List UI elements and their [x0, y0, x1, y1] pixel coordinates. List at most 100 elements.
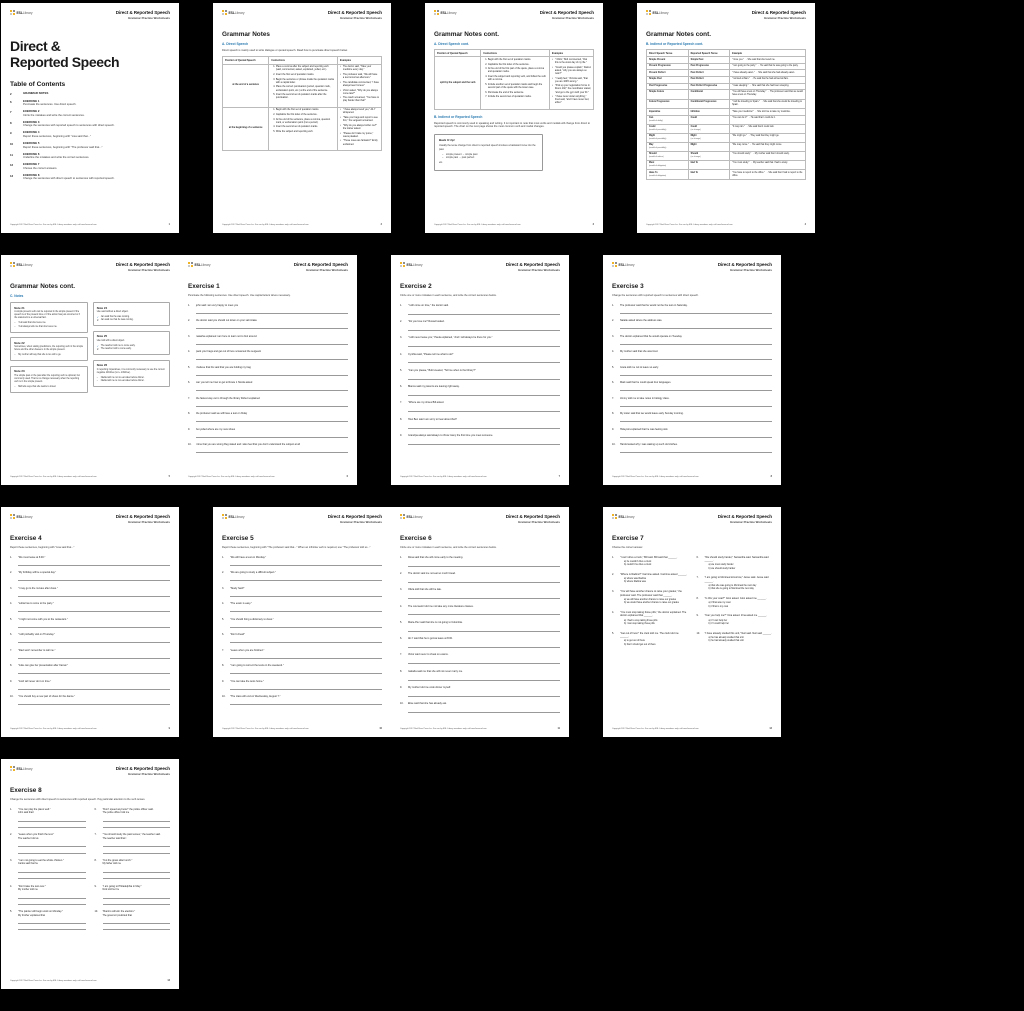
answer-line[interactable] [620, 338, 772, 345]
answer-line[interactable] [196, 354, 348, 361]
answer-line[interactable] [408, 624, 560, 632]
toc-row[interactable]: 2 GRAMMAR NOTES [10, 91, 170, 96]
answer-line[interactable] [408, 706, 560, 714]
page-thumbnail-11[interactable]: ESLLibrary Direct & Reported Speech Gramm… [391, 507, 569, 737]
answer-line[interactable] [18, 683, 170, 690]
page-thumbnail-9[interactable]: ESLLibrary Direct & Reported Speech Gramm… [1, 507, 179, 737]
toc-row[interactable]: 9 EXERCISE 4 Report these sentences, begin… [10, 131, 170, 139]
answer-line[interactable] [196, 431, 348, 438]
choice-b[interactable]: b) we should study harder [709, 568, 773, 571]
answer-line[interactable] [408, 405, 560, 413]
page-thumbnail-6[interactable]: ESLLibrary Direct & Reported Speech Gramm… [179, 255, 357, 485]
answer-line[interactable] [620, 431, 772, 438]
answer-line[interactable] [196, 323, 348, 330]
answer-line[interactable] [18, 652, 170, 659]
answer-line[interactable] [408, 356, 560, 364]
answer-line[interactable] [408, 592, 560, 600]
answer-line[interactable] [18, 575, 170, 582]
answer-line[interactable] [18, 924, 86, 931]
answer-line[interactable] [620, 307, 772, 314]
answer-line[interactable] [620, 369, 772, 376]
choice-b[interactable]: b) he had already studied that unit [709, 640, 773, 643]
answer-line[interactable] [230, 637, 382, 644]
page-thumbnail-8[interactable]: ESLLibrary Direct & Reported Speech Gramm… [603, 255, 781, 485]
page-thumbnail-12[interactable]: ESLLibrary Direct & Reported Speech Gramm… [603, 507, 781, 737]
answer-line[interactable] [102, 873, 170, 880]
answer-line[interactable] [230, 652, 382, 659]
choice-b[interactable]: b) I can stop taking those pills [624, 623, 688, 626]
answer-line[interactable] [620, 447, 772, 454]
answer-line[interactable] [196, 307, 348, 314]
answer-line[interactable] [408, 372, 560, 380]
answer-line[interactable] [196, 416, 348, 423]
page-thumbnail-10[interactable]: ESLLibrary Direct & Reported Speech Gramm… [213, 507, 391, 737]
answer-line[interactable] [230, 575, 382, 582]
answer-line[interactable] [408, 559, 560, 567]
answer-line[interactable] [408, 657, 560, 665]
answer-line[interactable] [408, 689, 560, 697]
answer-line[interactable] [196, 338, 348, 345]
toc-row[interactable]: 10 EXERCISE 5 Report these sentences, begi… [10, 141, 170, 149]
answer-line[interactable] [102, 924, 170, 931]
answer-line[interactable] [408, 340, 560, 348]
page-thumbnail-3[interactable]: ESLLibrary Direct & Reported Speech Gram… [425, 3, 603, 233]
answer-line[interactable] [18, 621, 170, 628]
answer-line[interactable] [102, 847, 170, 854]
answer-line[interactable] [196, 369, 348, 376]
toc-row[interactable]: 11 EXERCISE 6 Underline the mistakes and w… [10, 152, 170, 160]
answer-line[interactable] [230, 699, 382, 706]
toc-row[interactable]: 8 EXERCISE 3 Change the sentences with rep… [10, 120, 170, 128]
answer-line[interactable] [230, 621, 382, 628]
choice-b[interactable]: b) if I could help her [709, 623, 773, 626]
answer-line[interactable] [230, 590, 382, 597]
page-thumbnail-5[interactable]: ESLLibrary Direct & Reported Speech Gram… [1, 255, 179, 485]
answer-line[interactable] [102, 822, 170, 828]
answer-line[interactable] [408, 673, 560, 681]
page-thumbnail-2[interactable]: ESLLibrary Direct & Reported Speech Gram… [213, 3, 391, 233]
answer-line[interactable] [230, 559, 382, 566]
answer-line[interactable] [18, 606, 170, 613]
answer-line[interactable] [102, 899, 170, 905]
answer-line[interactable] [408, 421, 560, 429]
toc-row[interactable]: 12 EXERCISE 7 Choose the correct answers. [10, 162, 170, 170]
answer-line[interactable] [408, 437, 560, 445]
answer-line[interactable] [408, 307, 560, 315]
answer-line[interactable] [620, 416, 772, 423]
answer-line[interactable] [18, 559, 170, 566]
answer-line[interactable] [620, 400, 772, 407]
toc-row[interactable]: 13 EXERCISE 8 Change the sentences with di… [10, 173, 170, 181]
page-thumbnail-4[interactable]: ESLLibrary Direct & Reported Speech Gram… [637, 3, 815, 233]
answer-line[interactable] [408, 389, 560, 396]
answer-line[interactable] [196, 400, 348, 407]
answer-line[interactable] [230, 606, 382, 613]
page-thumbnail-1[interactable]: ESLLibrary Direct & Reported Speech Gram… [1, 3, 179, 233]
answer-line[interactable] [408, 608, 560, 616]
choice-b[interactable]: b) if that is my coat [709, 606, 773, 609]
answer-line[interactable] [18, 873, 86, 880]
answer-line[interactable] [408, 641, 560, 648]
page-thumbnail-13[interactable]: ESLLibrary Direct & Reported Speech Gramm… [1, 759, 179, 989]
page-thumbnail-7[interactable]: ESLLibrary Direct & Reported Speech Gramm… [391, 255, 569, 485]
choice-b[interactable]: b) we would have another chance to raise… [624, 602, 688, 605]
answer-line[interactable] [620, 323, 772, 330]
choice-b[interactable]: b) that I should get out of there [624, 644, 688, 647]
answer-line[interactable] [18, 668, 170, 675]
choice-b[interactable]: b) where Radina was [624, 581, 688, 584]
answer-line[interactable] [620, 354, 772, 361]
answer-line[interactable] [408, 575, 560, 583]
answer-line[interactable] [230, 668, 382, 675]
choice-b[interactable]: b) that she is going to Montreal the nex… [709, 588, 773, 591]
answer-line[interactable] [196, 385, 348, 392]
answer-line[interactable] [18, 847, 86, 854]
choice-b[interactable]: b) couldn't he drive a truck [624, 564, 688, 567]
answer-line[interactable] [196, 447, 348, 454]
toc-row[interactable]: 6 EXERCISE 1 Punctuate the sentences. Use … [10, 99, 170, 107]
answer-line[interactable] [18, 637, 170, 644]
toc-row[interactable]: 7 EXERCISE 2 Circle the mistakes and write… [10, 109, 170, 117]
answer-line[interactable] [230, 683, 382, 690]
answer-line[interactable] [18, 699, 170, 706]
answer-line[interactable] [18, 590, 170, 597]
answer-line[interactable] [18, 822, 86, 828]
answer-line[interactable] [18, 899, 86, 905]
answer-line[interactable] [408, 323, 560, 331]
